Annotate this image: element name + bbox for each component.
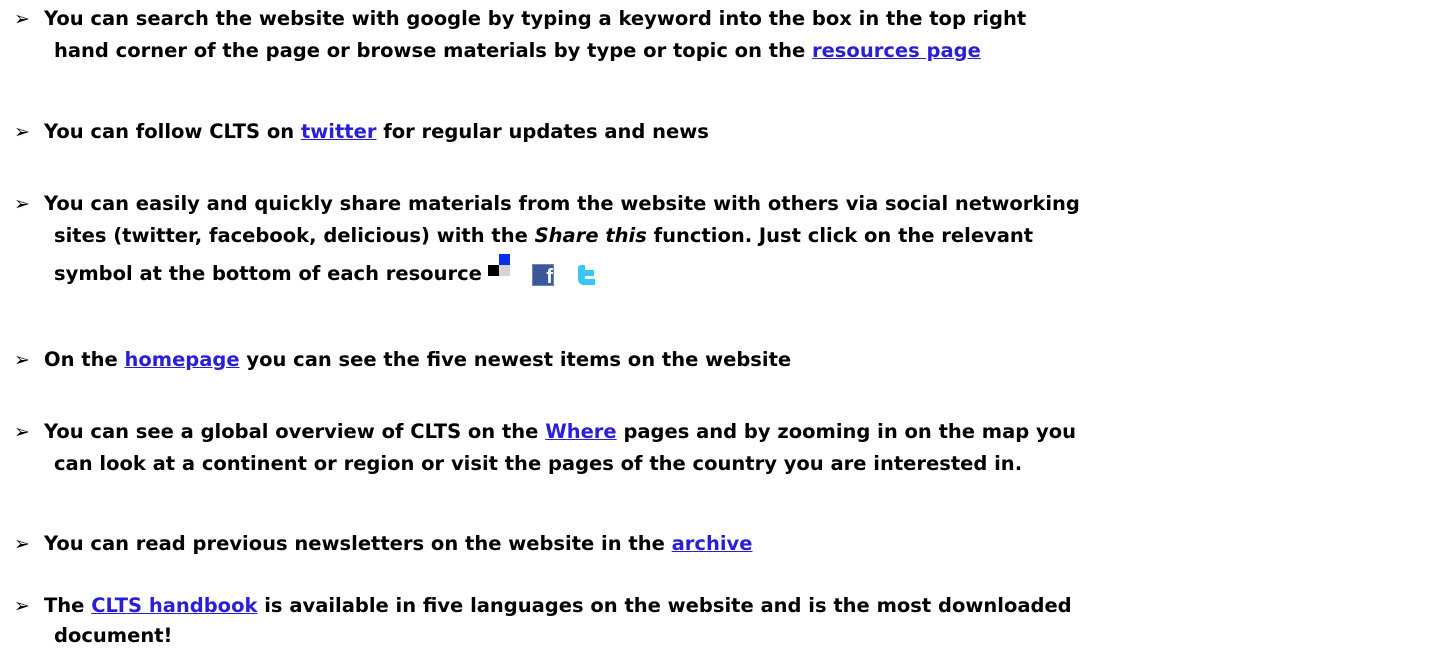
tip-homepage-text-before: On the (44, 348, 125, 371)
delicious-icon[interactable] (487, 254, 510, 276)
arrow-bullet-icon: ➢ (14, 121, 30, 143)
tip-where-line1-after: pages and by zooming in on the map you (616, 420, 1077, 443)
twitter-icon[interactable] (576, 264, 596, 286)
tip-share-line1: You can easily and quickly share materia… (44, 192, 1080, 215)
tip-archive-text-before: You can read previous newsletters on the… (44, 532, 672, 555)
tip-share-line2-after: function. Just click on the relevant (646, 224, 1034, 247)
clts-handbook-link[interactable]: CLTS handbook (91, 594, 257, 617)
tip-twitter-text-before: You can follow CLTS on (44, 120, 301, 143)
tip-search-line2: hand corner of the page or browse materi… (54, 39, 812, 62)
tip-share-line2-before: sites (twitter, facebook, delicious) wit… (54, 224, 535, 247)
arrow-bullet-icon: ➢ (14, 533, 30, 555)
tip-twitter-text-after: for regular updates and news (376, 120, 709, 143)
tip-handbook-line1-after: is available in five languages on the we… (257, 594, 1072, 617)
homepage-link[interactable]: homepage (124, 348, 239, 371)
tip-share-line3: symbol at the bottom of each resource (54, 262, 482, 285)
arrow-bullet-icon: ➢ (14, 595, 30, 617)
tip-search-line1: You can search the website with google b… (44, 7, 1027, 30)
resources-page-link[interactable]: resources page (812, 39, 981, 62)
facebook-icon[interactable]: f (531, 264, 554, 286)
archive-link[interactable]: archive (672, 532, 753, 555)
tip-handbook-line1-before: The (44, 594, 92, 617)
social-icons: f (487, 254, 618, 291)
tip-handbook-line2: document! (54, 624, 173, 647)
tip-where-line1-before: You can see a global overview of CLTS on… (44, 420, 546, 443)
arrow-bullet-icon: ➢ (14, 421, 30, 443)
where-link[interactable]: Where (545, 420, 616, 443)
twitter-link[interactable]: twitter (301, 120, 377, 143)
share-this-label: Share this (534, 224, 647, 247)
tip-homepage-text-after: you can see the five newest items on the… (239, 348, 792, 371)
tip-where-line2: can look at a continent or region or vis… (54, 452, 1023, 475)
arrow-bullet-icon: ➢ (14, 349, 30, 371)
arrow-bullet-icon: ➢ (14, 193, 30, 215)
arrow-bullet-icon: ➢ (14, 8, 30, 30)
